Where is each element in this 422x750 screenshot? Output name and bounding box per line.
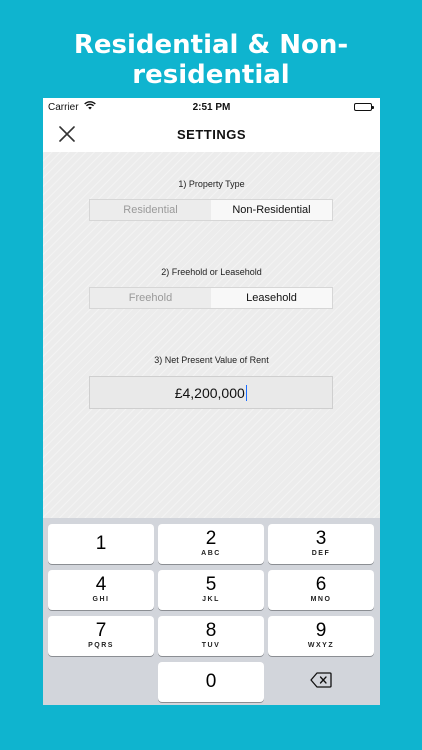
key-digit: 0 <box>205 671 217 692</box>
segment-non-residential[interactable]: Non-Residential <box>211 200 332 220</box>
key-digit: 1 <box>95 533 107 554</box>
key-7[interactable]: 7 PQRS <box>48 616 154 656</box>
key-digit: 8 <box>205 620 217 641</box>
phone-screen: Carrier 2:51 PM SETTINGS 1) Property Typ… <box>43 98 380 705</box>
property-type-segmented-control: Residential Non-Residential <box>89 199 333 221</box>
backspace-icon <box>310 671 332 693</box>
key-digit: 6 <box>315 574 327 595</box>
segment-leasehold[interactable]: Leasehold <box>211 288 332 308</box>
promo-banner-title: Residential & Non-residential <box>73 30 349 90</box>
key-8[interactable]: 8 TUV <box>158 616 264 656</box>
navigation-bar: SETTINGS <box>43 118 380 152</box>
property-type-label: 1) Property Type <box>178 179 245 189</box>
key-letters: PQRS <box>88 642 114 649</box>
key-letters: MNO <box>310 596 332 603</box>
text-cursor <box>245 384 248 401</box>
segment-residential[interactable]: Residential <box>90 200 211 220</box>
tenure-label: 2) Freehold or Leasehold <box>161 267 262 277</box>
key-0[interactable]: 0 <box>158 662 264 702</box>
key-1[interactable]: 1 <box>48 524 154 564</box>
key-3[interactable]: 3 DEF <box>268 524 374 564</box>
status-bar: Carrier 2:51 PM <box>43 98 380 118</box>
key-digit: 7 <box>95 620 107 641</box>
npv-input[interactable]: £4,200,000 <box>89 376 333 409</box>
key-letters: TUV <box>201 642 221 649</box>
key-4[interactable]: 4 GHI <box>48 570 154 610</box>
page-title: SETTINGS <box>176 127 246 142</box>
key-digit: 3 <box>315 528 327 549</box>
status-time: 2:51 PM <box>192 102 231 113</box>
settings-form: 1) Property Type Residential Non-Residen… <box>43 152 380 518</box>
npv-value: £4,200,000 <box>174 384 245 401</box>
key-letters: JKL <box>202 596 220 603</box>
key-6[interactable]: 6 MNO <box>268 570 374 610</box>
segment-freehold[interactable]: Freehold <box>90 288 211 308</box>
delete-key[interactable] <box>268 662 374 702</box>
key-digit: 5 <box>205 574 217 595</box>
key-letters: GHI <box>92 596 110 603</box>
key-digit: 9 <box>315 620 327 641</box>
battery-icon <box>354 103 374 111</box>
key-letters: WXYZ <box>307 642 335 649</box>
key-digit: 2 <box>205 528 217 549</box>
key-5[interactable]: 5 JKL <box>158 570 264 610</box>
npv-label: 3) Net Present Value of Rent <box>154 355 269 365</box>
tenure-segmented-control: Freehold Leasehold <box>89 287 333 309</box>
key-letters: ABC <box>201 550 221 557</box>
key-letters: DEF <box>311 550 331 557</box>
key-2[interactable]: 2 ABC <box>158 524 264 564</box>
key-digit: 4 <box>95 574 107 595</box>
numeric-keypad: 1 2 ABC 3 DEF 4 GHI 5 JKL 6 MNO 7 PQRS 8… <box>43 518 380 705</box>
key-9[interactable]: 9 WXYZ <box>268 616 374 656</box>
